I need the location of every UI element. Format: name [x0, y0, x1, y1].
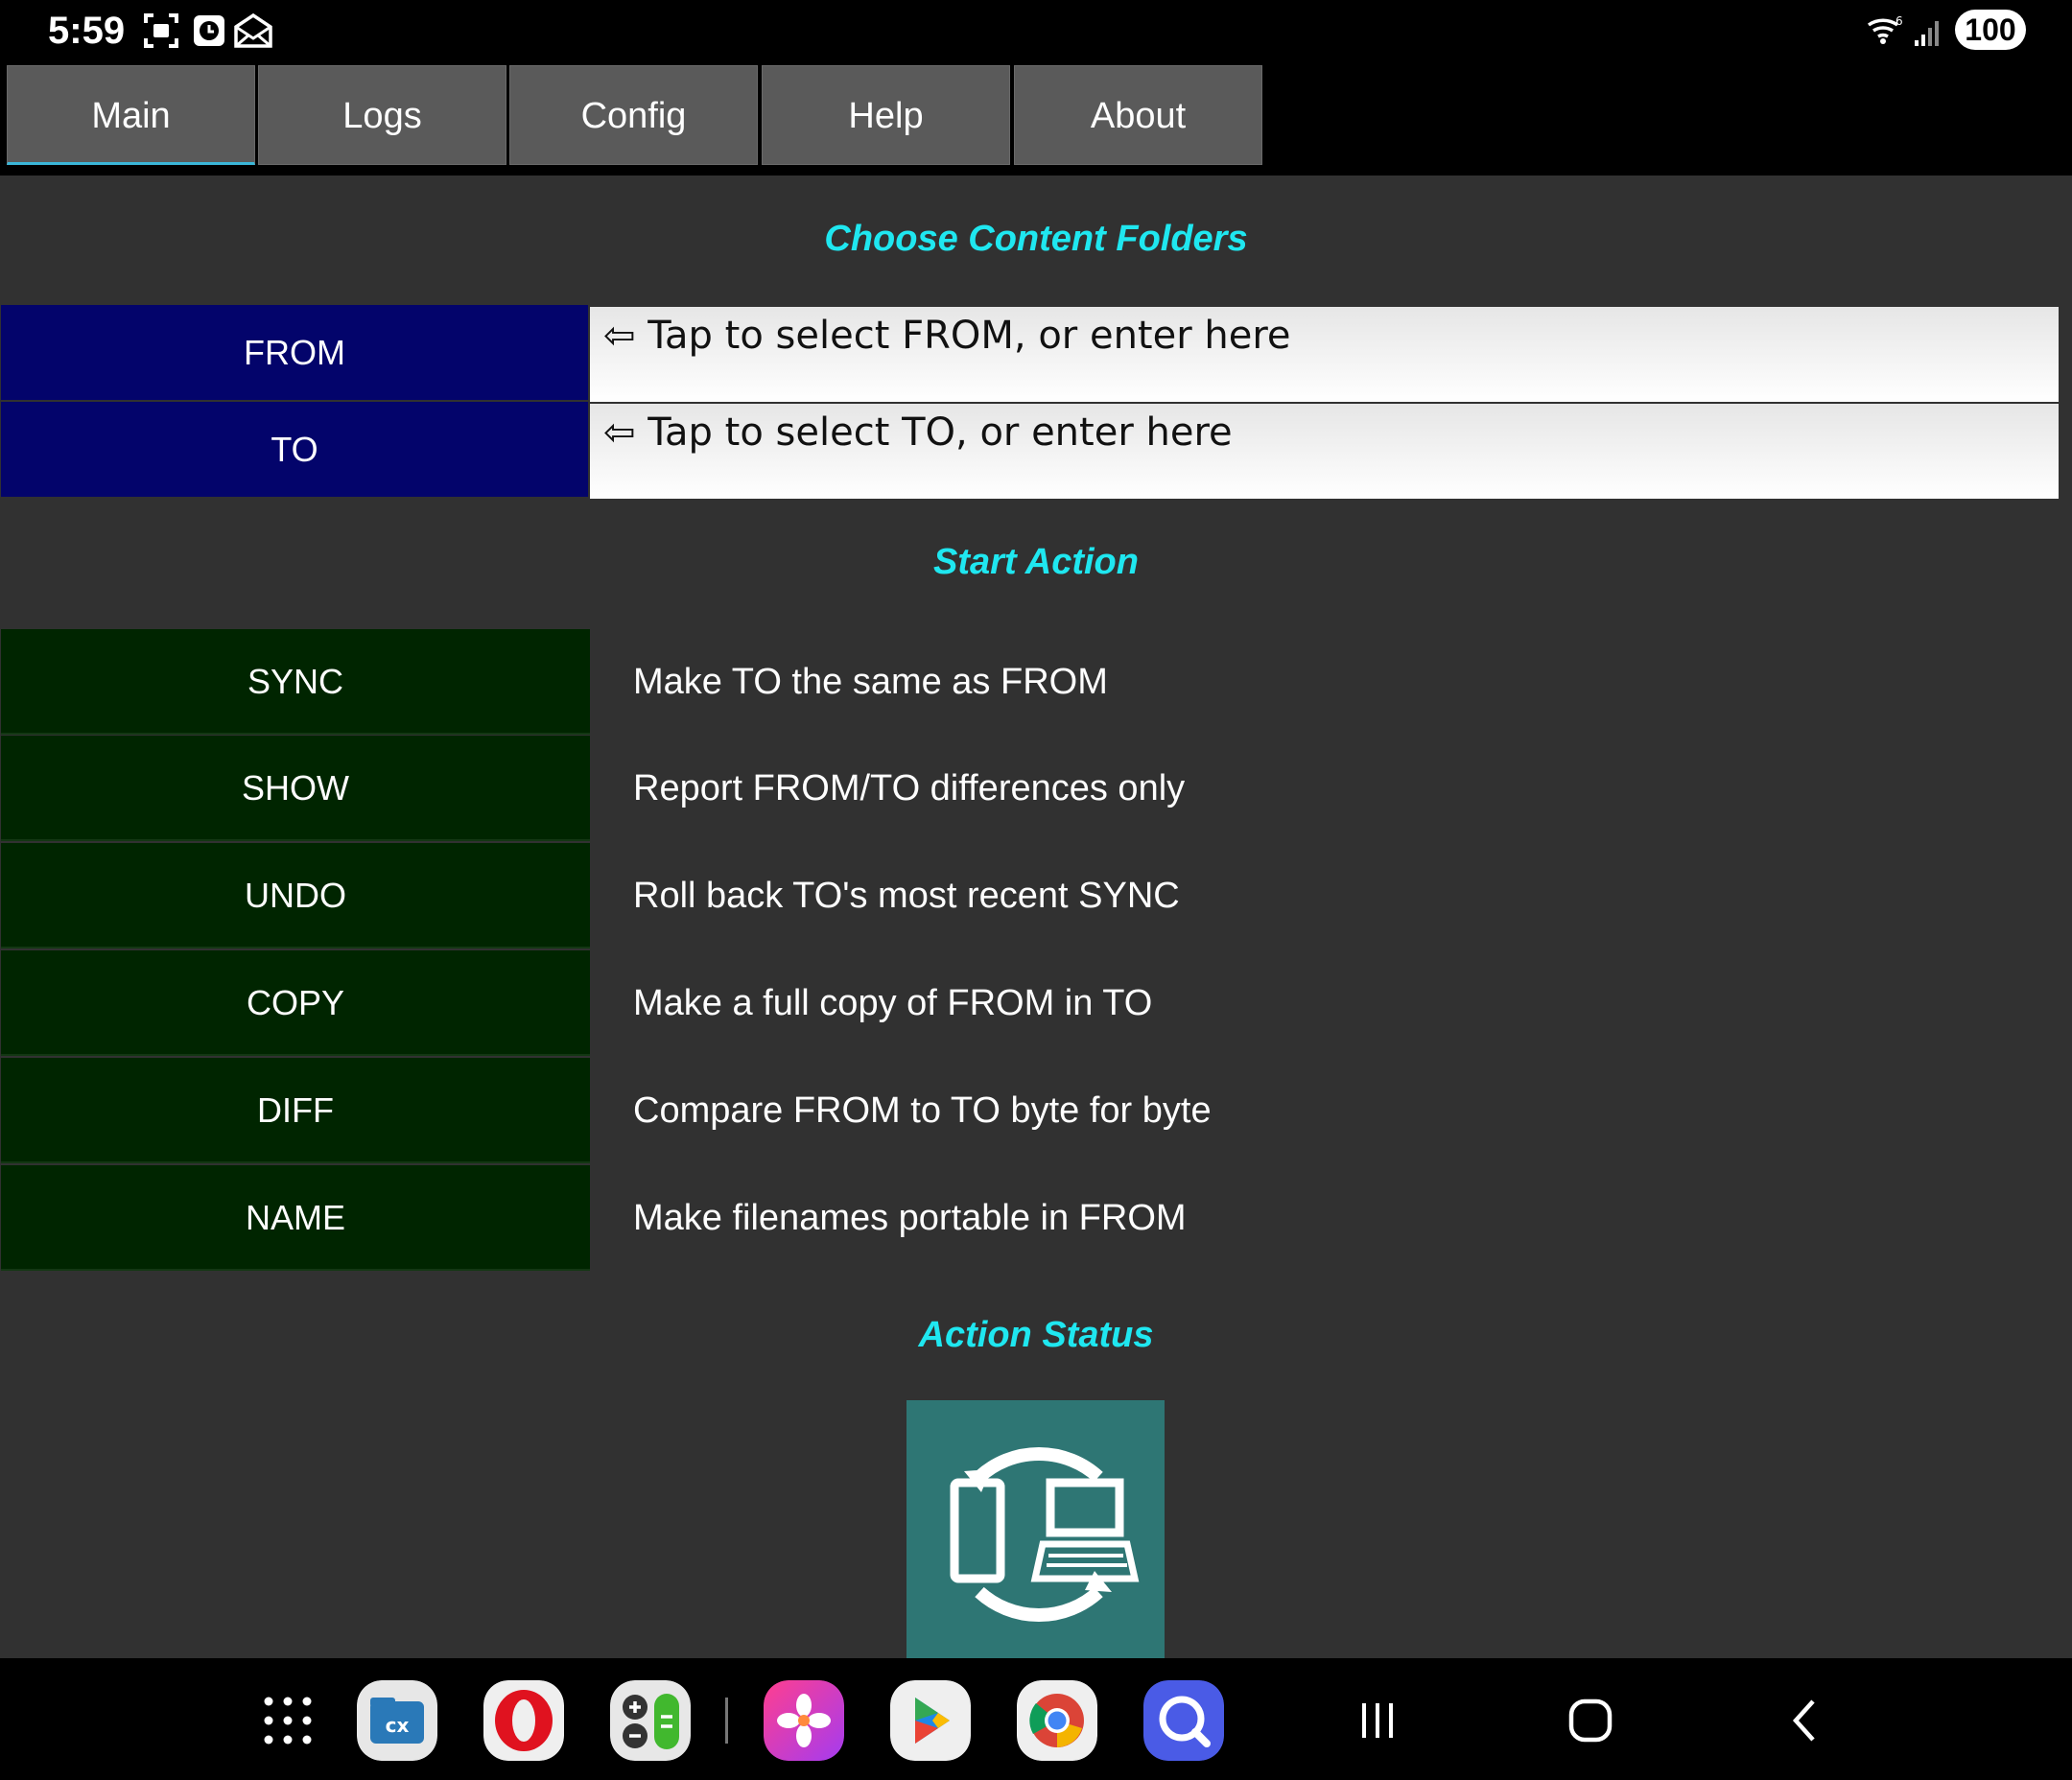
mail-icon: [234, 12, 272, 48]
signal-icon: [1915, 21, 1939, 46]
back-icon[interactable]: [1782, 1698, 1828, 1744]
tab-logs[interactable]: Logs: [258, 65, 506, 165]
diff-button[interactable]: DIFF: [1, 1058, 590, 1163]
screenshot-icon: [144, 13, 178, 48]
to-path-input[interactable]: [590, 404, 2059, 499]
tab-help[interactable]: Help: [762, 65, 1010, 165]
svg-text:cx: cx: [386, 1714, 410, 1737]
recents-icon[interactable]: [1354, 1698, 1401, 1744]
name-button[interactable]: NAME: [1, 1165, 590, 1271]
clock-app-icon: [194, 15, 224, 46]
opera-icon[interactable]: [483, 1680, 564, 1761]
clock: 5:59: [48, 10, 126, 52]
actions-heading: Start Action: [933, 542, 1139, 582]
search-app-icon[interactable]: [1143, 1680, 1224, 1761]
copy-button[interactable]: COPY: [1, 950, 590, 1056]
undo-description: Roll back TO's most recent SYNC: [633, 876, 1180, 916]
sync-description: Make TO the same as FROM: [633, 662, 1108, 702]
sync-button[interactable]: SYNC: [1, 629, 590, 735]
tab-config[interactable]: Config: [509, 65, 758, 165]
calculator-icon[interactable]: [610, 1680, 691, 1761]
sync-devices-icon[interactable]: [906, 1400, 1165, 1658]
folders-heading: Choose Content Folders: [824, 219, 1248, 259]
home-icon[interactable]: [1567, 1698, 1613, 1744]
battery-level: 100: [1955, 10, 2026, 50]
status-bar: [0, 0, 2072, 63]
name-description: Make filenames portable in FROM: [633, 1198, 1187, 1238]
tab-main[interactable]: Main: [7, 65, 255, 165]
file-manager-icon[interactable]: cx: [357, 1680, 437, 1761]
app-drawer-icon[interactable]: [261, 1694, 315, 1747]
undo-button[interactable]: UNDO: [1, 843, 590, 949]
from-path-input[interactable]: [590, 307, 2059, 402]
show-description: Report FROM/TO differences only: [633, 768, 1186, 808]
svg-text:6: 6: [1895, 14, 1903, 28]
copy-description: Make a full copy of FROM in TO: [633, 983, 1153, 1023]
tab-about[interactable]: About: [1014, 65, 1262, 165]
play-store-icon[interactable]: [890, 1680, 971, 1761]
show-button[interactable]: SHOW: [1, 736, 590, 841]
status-heading: Action Status: [918, 1315, 1154, 1355]
gallery-icon[interactable]: [764, 1680, 844, 1761]
from-button[interactable]: FROM: [1, 305, 588, 400]
diff-description: Compare FROM to TO byte for byte: [633, 1090, 1212, 1131]
dock-divider: [725, 1698, 728, 1744]
to-button[interactable]: TO: [1, 402, 588, 497]
chrome-icon[interactable]: [1017, 1680, 1097, 1761]
wifi-icon: 6: [1867, 14, 1903, 44]
